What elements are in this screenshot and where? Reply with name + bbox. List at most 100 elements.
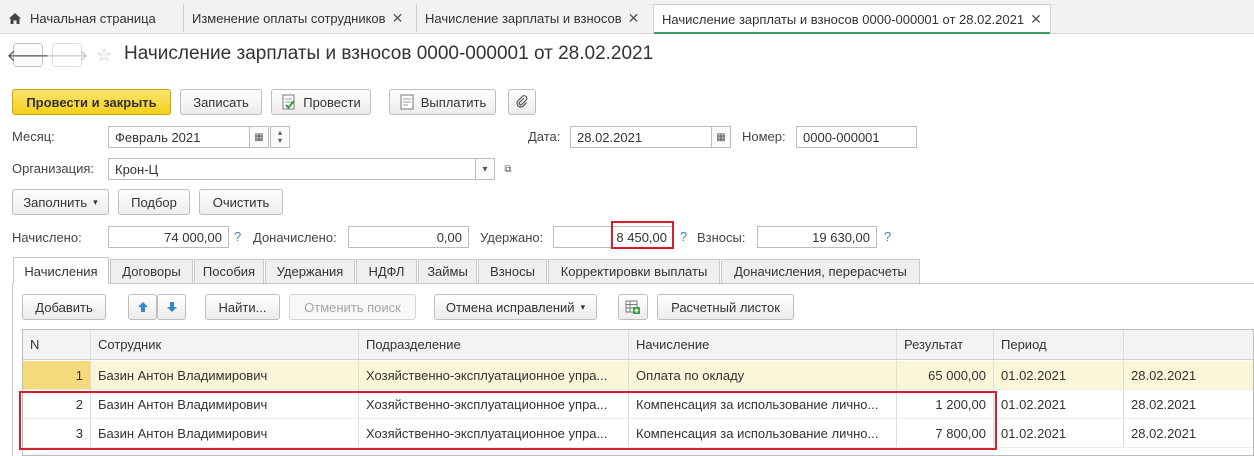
cell-period-end[interactable]: 28.02.2021 bbox=[1124, 390, 1253, 418]
tab-label: Начисление зарплаты и взносов 0000-00000… bbox=[662, 12, 1025, 27]
tab-deductions[interactable]: Удержания bbox=[265, 259, 355, 283]
add-from-table-button[interactable] bbox=[618, 294, 648, 320]
date-calendar-button[interactable]: ▦ bbox=[711, 126, 731, 148]
contributions-help-link[interactable]: ? bbox=[884, 229, 891, 244]
number-field[interactable]: 0000-000001 bbox=[796, 126, 917, 148]
close-icon[interactable]: ✕ bbox=[1030, 11, 1042, 28]
cell-employee[interactable]: Базин Антон Владимирович bbox=[91, 419, 359, 447]
save-button[interactable]: Записать bbox=[180, 89, 262, 115]
tab-payroll-list[interactable]: Начисление зарплаты и взносов ✕ bbox=[416, 4, 647, 32]
table-row[interactable]: 3 Базин Антон Владимирович Хозяйственно-… bbox=[23, 419, 1253, 448]
tab-payment-corrections[interactable]: Корректировки выплаты bbox=[548, 259, 720, 283]
tab-label: Начальная страница bbox=[30, 10, 156, 26]
close-icon[interactable]: ✕ bbox=[392, 10, 404, 27]
calendar-button[interactable]: ▦ bbox=[249, 126, 269, 148]
column-header-department[interactable]: Подразделение bbox=[359, 330, 629, 359]
cancel-corrections-button[interactable]: Отмена исправлений ▾ bbox=[434, 294, 597, 320]
month-label: Месяц: bbox=[12, 129, 55, 144]
cell-accrual[interactable]: Компенсация за использование лично... bbox=[629, 419, 897, 447]
find-button[interactable]: Найти... bbox=[205, 294, 280, 320]
accrued-field: 74 000,00 bbox=[108, 226, 229, 248]
cell-employee[interactable]: Базин Антон Владимирович bbox=[91, 390, 359, 418]
cell-department[interactable]: Хозяйственно-эксплуатационное упра... bbox=[359, 390, 629, 418]
tab-accruals[interactable]: Начисления bbox=[13, 257, 109, 284]
move-down-button[interactable] bbox=[157, 294, 186, 320]
post-button[interactable]: Провести bbox=[271, 89, 371, 115]
pay-button[interactable]: Выплатить bbox=[389, 89, 496, 115]
tab-label: Начисление зарплаты и взносов bbox=[425, 10, 622, 26]
open-link-icon: ⧉ bbox=[504, 163, 512, 175]
column-header-accrual[interactable]: Начисление bbox=[629, 330, 897, 359]
tab-label: Изменение оплаты сотрудников bbox=[192, 10, 386, 26]
column-header-period[interactable]: Период bbox=[994, 330, 1124, 359]
open-organization-button[interactable]: ⧉ bbox=[498, 158, 518, 180]
cell-period-end[interactable]: 28.02.2021 bbox=[1124, 419, 1253, 447]
add-button[interactable]: Добавить bbox=[22, 294, 106, 320]
tab-contributions[interactable]: Взносы bbox=[478, 259, 547, 283]
tab-ndfl[interactable]: НДФЛ bbox=[356, 259, 417, 283]
table-add-icon bbox=[625, 299, 641, 315]
column-header-period-end[interactable] bbox=[1124, 330, 1253, 359]
cell-accrual[interactable]: Компенсация за использование лично... bbox=[629, 390, 897, 418]
cell-employee[interactable]: Базин Антон Владимирович bbox=[91, 361, 359, 389]
cancel-search-button[interactable]: Отменить поиск bbox=[289, 294, 416, 320]
column-header-employee[interactable]: Сотрудник bbox=[91, 330, 359, 359]
button-label: Отмена исправлений bbox=[445, 299, 575, 315]
button-label: Расчетный листок bbox=[671, 299, 780, 315]
cell-period-start[interactable]: 01.02.2021 bbox=[994, 361, 1124, 389]
cell-n[interactable]: 1 bbox=[23, 361, 91, 389]
tab-loans[interactable]: Займы bbox=[418, 259, 477, 283]
cell-period-start[interactable]: 01.02.2021 bbox=[994, 419, 1124, 447]
star-icon[interactable]: ☆ bbox=[96, 45, 112, 66]
post-and-close-button[interactable]: Провести и закрыть bbox=[12, 89, 171, 115]
cell-department[interactable]: Хозяйственно-эксплуатационное упра... bbox=[359, 361, 629, 389]
arrow-right-icon: 🡒 bbox=[45, 47, 89, 65]
tab-recalculations[interactable]: Доначисления, перерасчеты bbox=[721, 259, 920, 283]
tab-home[interactable]: Начальная страница bbox=[0, 4, 180, 32]
table-row[interactable]: 2 Базин Антон Владимирович Хозяйственно-… bbox=[23, 390, 1253, 419]
tab-contracts[interactable]: Договоры bbox=[110, 259, 193, 283]
cell-result[interactable]: 1 200,00 bbox=[897, 390, 994, 418]
cell-period-start[interactable]: 01.02.2021 bbox=[994, 390, 1124, 418]
cell-accrual[interactable]: Оплата по окладу bbox=[629, 361, 897, 389]
chevron-down-icon: ▾ bbox=[482, 163, 488, 175]
cell-n[interactable]: 2 bbox=[23, 390, 91, 418]
accrued-help-link[interactable]: ? bbox=[234, 229, 241, 244]
move-up-button[interactable] bbox=[128, 294, 157, 320]
close-icon[interactable]: ✕ bbox=[628, 10, 640, 27]
organization-dropdown-button[interactable]: ▾ bbox=[475, 158, 495, 180]
date-field[interactable]: 28.02.2021 bbox=[570, 126, 712, 148]
withheld-label: Удержано: bbox=[480, 230, 544, 245]
table-row[interactable]: 1 Базин Антон Владимирович Хозяйственно-… bbox=[23, 361, 1253, 390]
column-header-n[interactable]: N bbox=[23, 330, 91, 359]
home-icon bbox=[8, 12, 22, 25]
arrow-left-icon: 🡐 bbox=[6, 47, 50, 65]
cell-result[interactable]: 7 800,00 bbox=[897, 419, 994, 447]
fill-button[interactable]: Заполнить ▾ bbox=[12, 189, 109, 215]
back-button[interactable]: 🡐 bbox=[7, 43, 49, 67]
page-title: Начисление зарплаты и взносов 0000-00000… bbox=[124, 43, 654, 64]
withheld-help-link[interactable]: ? bbox=[680, 229, 687, 244]
attach-button[interactable] bbox=[508, 89, 536, 115]
button-label: Провести bbox=[303, 94, 361, 110]
forward-button[interactable]: 🡒 bbox=[46, 43, 88, 67]
cell-result[interactable]: 65 000,00 bbox=[897, 361, 994, 389]
accruals-table[interactable]: N Сотрудник Подразделение Начисление Рез… bbox=[22, 329, 1254, 456]
column-header-result[interactable]: Результат bbox=[897, 330, 994, 359]
tab-benefits[interactable]: Пособия bbox=[194, 259, 264, 283]
month-stepper[interactable]: ▴ ▾ bbox=[270, 126, 290, 148]
chevron-down-icon: ▾ bbox=[93, 196, 98, 207]
clear-button[interactable]: Очистить bbox=[199, 189, 283, 215]
organization-field[interactable]: Крон-Ц bbox=[108, 158, 476, 180]
payslip-button[interactable]: Расчетный листок bbox=[657, 294, 794, 320]
stepper-down-icon[interactable]: ▾ bbox=[278, 137, 282, 145]
tab-payroll-document[interactable]: Начисление зарплаты и взносов 0000-00000… bbox=[653, 4, 1051, 34]
cell-period-end[interactable]: 28.02.2021 bbox=[1124, 361, 1253, 389]
select-button[interactable]: Подбор bbox=[118, 189, 190, 215]
table-header: N Сотрудник Подразделение Начисление Рез… bbox=[23, 330, 1253, 360]
button-label: Выплатить bbox=[420, 94, 487, 110]
cell-department[interactable]: Хозяйственно-эксплуатационное упра... bbox=[359, 419, 629, 447]
month-field[interactable]: Февраль 2021 bbox=[108, 126, 250, 148]
cell-n[interactable]: 3 bbox=[23, 419, 91, 447]
tab-salary-change[interactable]: Изменение оплаты сотрудников ✕ bbox=[183, 4, 411, 32]
